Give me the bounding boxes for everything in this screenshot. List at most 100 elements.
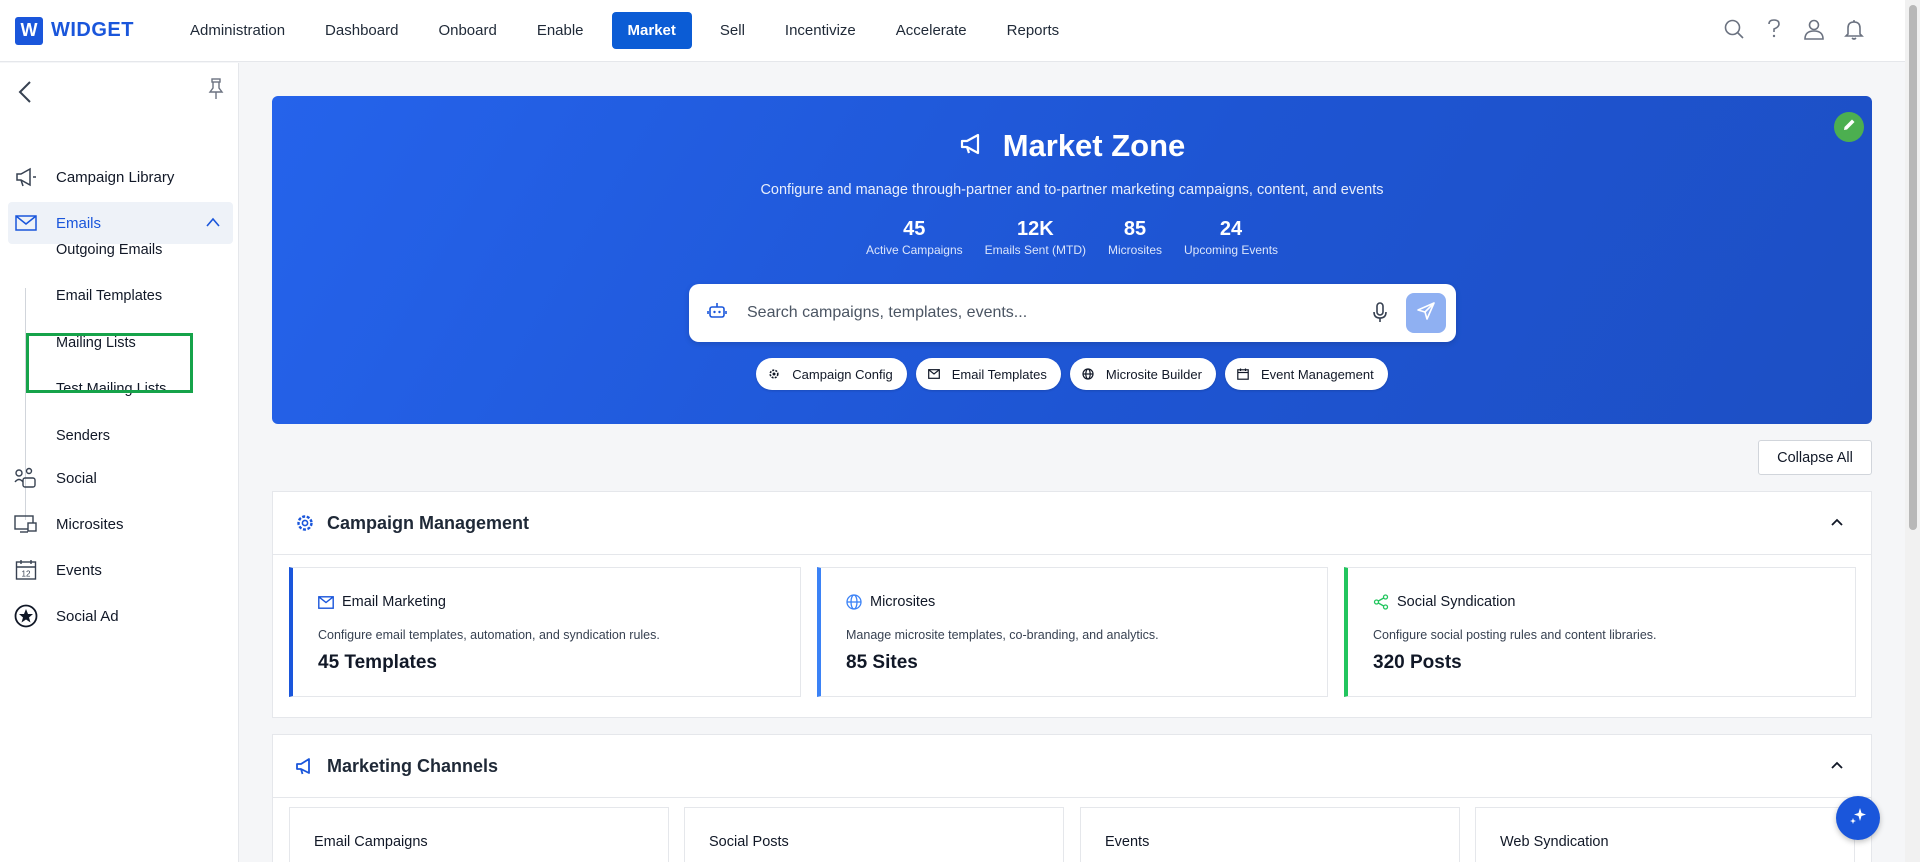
calendar-icon: 12: [11, 559, 41, 581]
channel-card-title: Events: [1105, 834, 1150, 850]
sidebar-item-label: Social Ad: [56, 607, 119, 625]
card-email-marketing[interactable]: Email Marketing Configure email template…: [289, 567, 801, 697]
quick-action-chips: Campaign Config Email Templates Microsit…: [272, 358, 1872, 390]
send-button[interactable]: [1406, 293, 1446, 333]
globe-icon: [1082, 368, 1094, 380]
card-header: Social Syndication: [1373, 594, 1516, 610]
nav-sell[interactable]: Sell: [708, 13, 757, 48]
chip-label: Event Management: [1260, 366, 1374, 382]
sidebar-item-label: Events: [56, 561, 102, 579]
search-icon[interactable]: [1723, 17, 1745, 41]
sidebar-item-label: Social: [56, 469, 97, 487]
section-title: Marketing Channels: [327, 755, 499, 776]
nav-incentivize[interactable]: Incentivize: [773, 13, 868, 48]
sidebar-subitem-outgoing-emails[interactable]: Outgoing Emails: [56, 242, 162, 258]
card-value: 320 Posts: [1373, 652, 1462, 673]
stat-value: 45: [903, 218, 926, 240]
app-logo[interactable]: W WIDGET: [15, 16, 165, 45]
channel-card-events[interactable]: Events: [1080, 807, 1460, 862]
chevron-up-icon[interactable]: [205, 215, 221, 232]
nav-market[interactable]: Market: [611, 12, 692, 49]
card-value: 45 Templates: [318, 652, 437, 673]
chip-campaign-config[interactable]: Campaign Config: [756, 358, 907, 390]
collapse-all-button[interactable]: Collapse All: [1758, 440, 1872, 475]
chip-label: Microsite Builder: [1105, 366, 1202, 382]
pin-icon[interactable]: [207, 77, 225, 106]
nav-reports[interactable]: Reports: [995, 13, 1072, 48]
sidebar-item-microsites[interactable]: Microsites: [8, 503, 233, 545]
hero-subtitle: Configure and manage through-partner and…: [760, 182, 1384, 198]
channel-card-title: Social Posts: [709, 834, 789, 850]
card-value: 85 Sites: [846, 652, 918, 673]
megaphone-icon: [959, 132, 987, 161]
microsite-icon: [11, 514, 41, 534]
vertical-scrollbar[interactable]: [1905, 0, 1920, 862]
sidebar-item-social[interactable]: Social: [8, 457, 233, 499]
stat-value: 85: [1123, 218, 1147, 240]
card-header: Email Marketing: [318, 594, 446, 610]
globe-icon: [846, 594, 862, 610]
back-arrow-icon[interactable]: [18, 80, 32, 109]
logo-text: WIDGET: [51, 19, 134, 41]
user-icon[interactable]: [1803, 17, 1825, 41]
chip-email-templates[interactable]: Email Templates: [915, 358, 1061, 390]
chip-microsite-builder[interactable]: Microsite Builder: [1069, 358, 1216, 390]
nav-administration[interactable]: Administration: [178, 13, 297, 48]
nav-enable[interactable]: Enable: [525, 13, 596, 48]
gear-icon: [768, 368, 780, 380]
chip-label: Campaign Config: [792, 366, 893, 382]
stat-label: Upcoming Events: [1184, 243, 1279, 257]
gear-icon: [295, 513, 315, 533]
stat-active-campaigns: 45 Active Campaigns: [866, 218, 963, 257]
megaphone-icon: [11, 167, 41, 187]
sidebar-item-social-ad[interactable]: Social Ad: [8, 595, 233, 637]
megaphone-icon: [295, 757, 315, 775]
nav-dashboard[interactable]: Dashboard: [313, 13, 410, 48]
chip-event-management[interactable]: Event Management: [1224, 358, 1388, 390]
channel-card-email-campaigns[interactable]: Email Campaigns: [289, 807, 669, 862]
sidebar-subitem-email-templates[interactable]: Email Templates: [56, 288, 162, 304]
card-social-syndication[interactable]: Social Syndication Configure social post…: [1344, 567, 1856, 697]
search-input[interactable]: [747, 304, 1347, 322]
channel-card-social-posts[interactable]: Social Posts: [684, 807, 1064, 862]
sidebar-subitem-senders[interactable]: Senders: [56, 428, 110, 444]
top-navigation: W WIDGET Administration Dashboard Onboar…: [0, 0, 1905, 62]
top-icons: [1723, 17, 1865, 41]
microphone-icon[interactable]: [1372, 302, 1388, 329]
highlight-box: [26, 333, 193, 393]
card-title: Microsites: [870, 594, 936, 610]
star-badge-icon: [11, 604, 41, 628]
sidebar-item-label: Microsites: [56, 515, 124, 533]
scrollbar-thumb[interactable]: [1909, 5, 1917, 530]
chevron-up-icon[interactable]: [1829, 758, 1845, 776]
channel-card-title: Web Syndication: [1500, 834, 1609, 850]
logo-mark: W: [15, 16, 43, 45]
card-description: Configure email templates, automation, a…: [318, 628, 660, 642]
marketing-channels-section: Marketing Channels Email Campaigns Socia…: [272, 734, 1872, 862]
stat-value: 12K: [1016, 218, 1054, 240]
sidebar-item-campaign-library[interactable]: Campaign Library: [8, 156, 233, 198]
channel-card-web-syndication[interactable]: Web Syndication: [1475, 807, 1855, 862]
card-microsites[interactable]: Microsites Manage microsite templates, c…: [817, 567, 1328, 697]
share-icon: [1373, 594, 1389, 610]
section-header[interactable]: Marketing Channels: [273, 735, 1871, 798]
stat-emails-sent: 12K Emails Sent (MTD): [985, 218, 1086, 257]
sidebar-item-events[interactable]: 12 Events: [8, 549, 233, 591]
sidebar-item-emails[interactable]: Emails: [8, 202, 233, 244]
chevron-up-icon[interactable]: [1829, 515, 1845, 533]
nav-onboard[interactable]: Onboard: [426, 13, 508, 48]
bell-icon[interactable]: [1843, 17, 1865, 41]
stat-value: 24: [1219, 218, 1243, 240]
campaign-management-section: Campaign Management Email Marketing Conf…: [272, 491, 1872, 718]
hero-stats: 45 Active Campaigns 12K Emails Sent (MTD…: [272, 218, 1872, 257]
help-icon[interactable]: [1763, 17, 1785, 41]
market-zone-hero: Market Zone Configure and manage through…: [272, 96, 1872, 424]
card-title: Email Marketing: [342, 594, 446, 610]
calendar-icon: [1237, 368, 1249, 380]
section-header[interactable]: Campaign Management: [273, 492, 1871, 555]
card-title: Social Syndication: [1397, 594, 1516, 610]
sidebar: Campaign Library Emails Outgoing Emails …: [0, 63, 239, 862]
card-header: Microsites: [846, 594, 935, 610]
nav-accelerate[interactable]: Accelerate: [884, 13, 979, 48]
ai-assistant-button[interactable]: [1836, 796, 1880, 840]
